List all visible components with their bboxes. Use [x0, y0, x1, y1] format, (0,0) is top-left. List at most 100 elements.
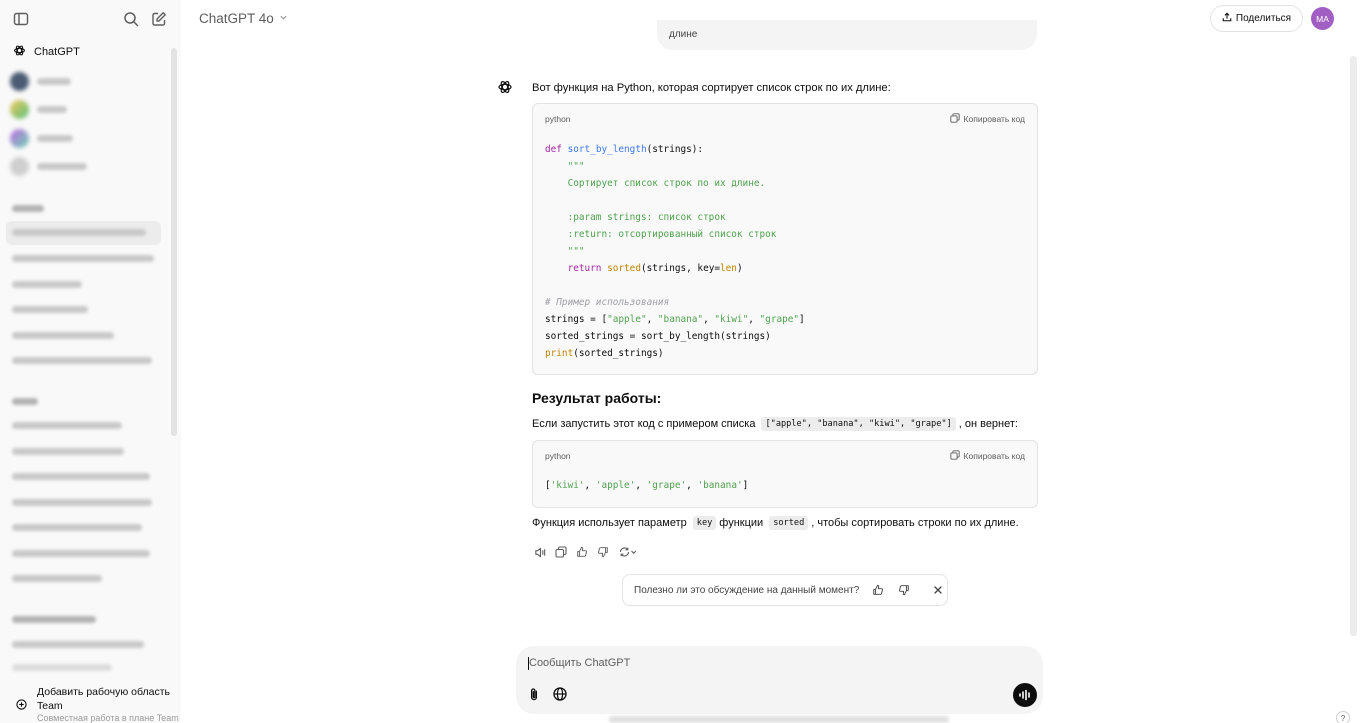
code-line: """ — [545, 246, 585, 257]
attach-paperclip-icon[interactable] — [526, 686, 542, 702]
assistant-intro-text: Вот функция на Python, которая сортирует… — [532, 82, 891, 94]
sidebar-toggle-icon[interactable] — [11, 9, 31, 29]
globe-icon[interactable] — [552, 686, 568, 702]
copy-code-button[interactable]: Копировать код — [949, 450, 1025, 462]
thumbs-down-icon[interactable] — [897, 583, 911, 597]
feedback-question: Полезно ли это обсуждение на данный моме… — [634, 584, 860, 596]
code-line: """ — [545, 161, 585, 172]
code-language: python — [545, 114, 571, 124]
sidebar-gpt-item[interactable] — [10, 127, 73, 149]
voice-mode-button[interactable] — [1013, 683, 1037, 707]
help-button[interactable]: ? — [1336, 711, 1350, 723]
model-name: ChatGPT 4o — [199, 11, 274, 26]
code-block: python Копировать код def sort_by_length… — [532, 103, 1038, 375]
sidebar-history-item[interactable] — [12, 306, 88, 313]
code-line: strings = ["apple", "banana", "kiwi", "g… — [545, 314, 805, 325]
sidebar-history-item[interactable] — [12, 229, 146, 236]
assistant-avatar-icon — [497, 79, 513, 95]
gpt-avatar — [10, 128, 29, 148]
result-text-after: , он вернет: — [958, 418, 1018, 430]
workspace-title-team: Team — [37, 700, 63, 712]
sidebar-history-item[interactable] — [12, 550, 150, 557]
voice-waveform-icon — [1019, 689, 1030, 701]
sidebar-history-item[interactable] — [12, 357, 152, 364]
inline-code: ["apple", "banana", "kiwi", "grape"] — [761, 417, 956, 431]
message-input[interactable]: Сообщить ChatGPT — [529, 657, 630, 669]
final-paragraph: Функция использует параметр key функции … — [532, 516, 1019, 530]
sidebar-history-item[interactable] — [12, 575, 102, 582]
sidebar-top — [0, 0, 181, 38]
sidebar: ChatGPT Добавить рабочую область Team Со… — [0, 0, 181, 723]
inline-code: key — [692, 516, 717, 530]
code-line: return sorted(strings, key=len) — [567, 263, 743, 274]
sidebar-history-item[interactable] — [12, 641, 144, 648]
share-label: Поделиться — [1235, 13, 1292, 24]
workspace-title: Добавить рабочую область — [37, 686, 171, 698]
user-message-text: длине — [669, 29, 698, 40]
code-line: :return: отсортированный список строк — [545, 229, 777, 240]
sidebar-gpt-item[interactable] — [10, 70, 71, 92]
final-text-1: Функция использует параметр — [532, 517, 687, 529]
history-section-heading — [12, 205, 44, 212]
sidebar-history-item[interactable] — [12, 255, 154, 262]
gpt-avatar — [10, 156, 29, 176]
sidebar-history-item[interactable] — [12, 448, 124, 455]
sidebar-item-label: ChatGPT — [34, 46, 80, 58]
openai-logo-icon — [13, 44, 26, 60]
read-aloud-icon[interactable] — [533, 545, 547, 559]
copy-icon — [949, 113, 960, 125]
new-chat-icon[interactable] — [149, 9, 169, 29]
workspace-text: Добавить рабочую область Team Совместная… — [37, 685, 179, 723]
code-line: Сортирует список строк по их длине. — [545, 178, 766, 189]
gpt-avatar — [10, 99, 29, 119]
close-icon[interactable] — [931, 583, 945, 597]
avatar[interactable]: MA — [1311, 7, 1334, 30]
copy-icon[interactable] — [554, 545, 568, 559]
user-message-bubble: длине — [657, 20, 1037, 50]
thumbs-up-icon[interactable] — [871, 583, 885, 597]
sidebar-history-item[interactable] — [12, 473, 150, 480]
share-button[interactable]: Поделиться — [1210, 5, 1303, 32]
thumbs-down-icon[interactable] — [596, 545, 610, 559]
add-workspace-button[interactable]: Добавить рабочую область Team Совместная… — [0, 678, 181, 723]
code-block: python Копировать код ['kiwi', 'apple', … — [532, 440, 1038, 508]
copy-icon — [949, 450, 960, 462]
code-line: :param strings: список строк — [545, 212, 726, 223]
inline-code: sorted — [769, 516, 809, 530]
regenerate-icon[interactable] — [617, 545, 639, 559]
search-icon[interactable] — [121, 9, 141, 29]
code-content: def sort_by_length(strings): """ Сортиру… — [533, 132, 1037, 362]
thumbs-up-icon[interactable] — [575, 545, 589, 559]
code-line: # Пример использования — [545, 297, 670, 308]
code-block-header: python Копировать код — [533, 441, 1037, 469]
sidebar-history-item[interactable] — [12, 664, 112, 671]
result-text-before: Если запустить этот код с примером списк… — [532, 418, 756, 430]
code-language: python — [545, 451, 571, 461]
final-text-3: , чтобы сортировать строки по их длине. — [811, 517, 1019, 529]
chat-scrollbar[interactable] — [1350, 56, 1357, 636]
code-block-header: python Копировать код — [533, 104, 1037, 132]
message-actions — [533, 545, 646, 559]
add-circle-icon — [16, 697, 27, 723]
model-selector[interactable]: ChatGPT 4o — [199, 11, 288, 26]
sidebar-gpt-item[interactable] — [10, 155, 87, 177]
copy-code-label: Копировать код — [963, 114, 1025, 124]
sidebar-gpt-item[interactable] — [10, 98, 67, 120]
final-text-2: функции — [719, 517, 764, 529]
sidebar-item-chatgpt[interactable]: ChatGPT — [6, 39, 160, 65]
code-line: def sort_by_length(strings): — [545, 144, 704, 155]
copy-code-button[interactable]: Копировать код — [949, 113, 1025, 125]
code-line: ['kiwi', 'apple', 'grape', 'banana'] — [545, 480, 749, 491]
message-composer[interactable]: Сообщить ChatGPT — [516, 646, 1043, 714]
share-icon — [1222, 12, 1232, 25]
code-content: ['kiwi', 'apple', 'grape', 'banana'] — [533, 469, 1037, 494]
sidebar-history-item[interactable] — [12, 499, 152, 506]
sidebar-history-item[interactable] — [12, 524, 142, 531]
sidebar-history-item[interactable] — [12, 422, 122, 429]
feedback-prompt: Полезно ли это обсуждение на данный моме… — [622, 574, 948, 606]
sidebar-history-item[interactable] — [12, 281, 82, 288]
sidebar-history-item[interactable] — [12, 332, 114, 339]
workspace-subtitle: Совместная работа в плане Team — [37, 713, 179, 723]
sidebar-scrollbar[interactable] — [171, 48, 177, 436]
